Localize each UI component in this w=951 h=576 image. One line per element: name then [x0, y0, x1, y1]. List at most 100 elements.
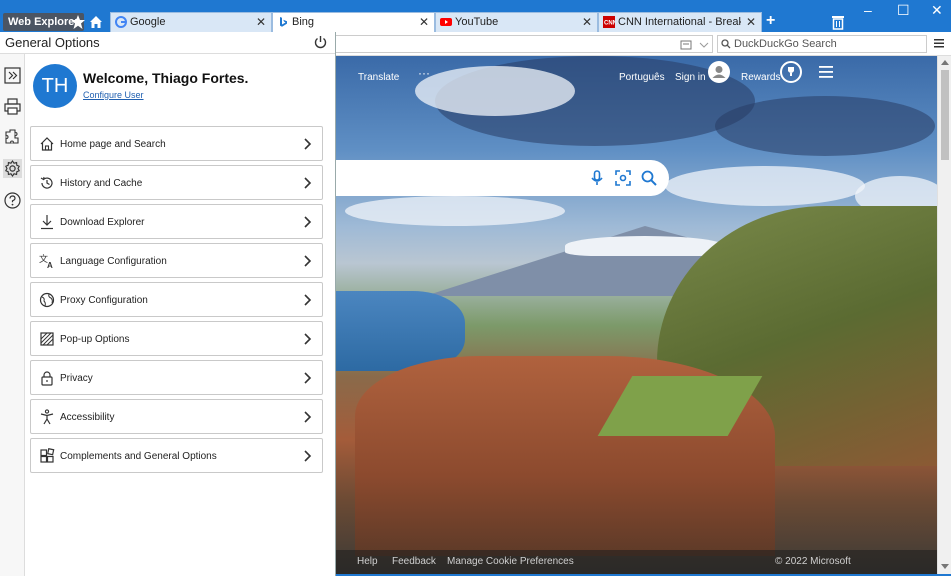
option-home-page-and-search[interactable]: Home page and Search	[30, 126, 323, 161]
help-icon[interactable]	[3, 191, 22, 210]
rewards-icon[interactable]	[780, 61, 802, 83]
printer-icon[interactable]	[3, 97, 22, 116]
svg-text:CNN: CNN	[604, 21, 615, 27]
menu-icon[interactable]	[933, 37, 945, 49]
option-complements-and-general-options[interactable]: Complements and General Options	[30, 438, 323, 473]
scrollbar-thumb[interactable]	[941, 70, 949, 160]
youtube-favicon	[440, 18, 452, 26]
option-history-and-cache[interactable]: History and Cache	[30, 165, 323, 200]
chevron-right-icon	[304, 294, 312, 306]
option-label: Privacy	[60, 373, 93, 384]
trash-icon[interactable]	[831, 14, 845, 30]
option-label: Download Explorer	[60, 217, 145, 228]
option-label: Accessibility	[60, 412, 115, 423]
copyright: © 2022 Microsoft	[775, 556, 851, 567]
chevron-right-icon	[304, 372, 312, 384]
tab-label: Google	[130, 16, 166, 28]
general-options-panel: General Options TH Welcome, Thiago Forte…	[0, 32, 336, 576]
translate-link[interactable]: Translate	[358, 72, 399, 83]
globe-icon	[39, 292, 55, 308]
address-bar[interactable]	[335, 35, 713, 53]
user-icon[interactable]	[708, 61, 730, 83]
tab-label: YouTube	[455, 16, 499, 28]
scroll-down-icon[interactable]	[941, 564, 949, 569]
search-icon[interactable]	[641, 170, 657, 186]
home-icon[interactable]	[88, 14, 104, 30]
extensions-icon	[40, 448, 55, 463]
chevron-right-icon	[304, 255, 312, 267]
minimize-button[interactable]: –	[864, 3, 872, 17]
chevron-right-icon	[304, 138, 312, 150]
option-download-explorer[interactable]: Download Explorer	[30, 204, 323, 239]
chevron-right-icon	[304, 177, 312, 189]
footer-help-link[interactable]: Help	[357, 556, 378, 567]
tab-label: Bing	[292, 16, 315, 28]
close-tab-icon[interactable]: ✕	[256, 13, 266, 31]
history-icon	[40, 176, 53, 189]
download-icon	[41, 215, 53, 230]
google-favicon	[115, 16, 127, 28]
bing-search-box[interactable]	[335, 160, 669, 196]
duckduckgo-search-input[interactable]: DuckDuckGo Search	[717, 35, 927, 53]
tab-cnn[interactable]: CNN CNN International - Breaking News ✕	[598, 12, 762, 32]
bing-footer: Help Feedback Manage Cookie Preferences …	[335, 550, 937, 574]
reader-view-icon[interactable]	[680, 39, 692, 51]
settings-gear-icon[interactable]	[3, 159, 22, 178]
side-rail	[0, 54, 25, 576]
close-tab-icon[interactable]: ✕	[582, 13, 592, 31]
panel-header: General Options	[0, 32, 335, 54]
hamburger-menu-icon[interactable]	[819, 66, 833, 78]
lock-icon	[41, 371, 53, 386]
option-accessibility[interactable]: Accessibility	[30, 399, 323, 434]
chevron-right-icon	[304, 411, 312, 423]
microphone-icon[interactable]	[589, 170, 605, 186]
search-icon	[721, 39, 731, 49]
expand-panel-icon[interactable]	[3, 66, 22, 85]
tab-google[interactable]: Google ✕	[110, 12, 272, 32]
tab-bing[interactable]: Bing ✕	[272, 12, 435, 32]
option-label: Proxy Configuration	[60, 295, 148, 306]
configure-user-link[interactable]: Configure User	[83, 90, 144, 100]
new-tab-button[interactable]: +	[766, 12, 775, 30]
extensions-icon[interactable]	[3, 128, 22, 147]
scroll-up-icon[interactable]	[941, 60, 949, 65]
close-tab-icon[interactable]: ✕	[746, 13, 756, 31]
option-label: Language Configuration	[60, 256, 167, 267]
more-options-button[interactable]: ···	[418, 66, 430, 80]
home-icon	[40, 137, 54, 151]
tab-label: CNN International - Breaking News	[618, 16, 741, 28]
footer-cookies-link[interactable]: Manage Cookie Preferences	[447, 556, 574, 567]
power-icon[interactable]	[313, 35, 328, 50]
option-popup-options[interactable]: Pop-up Options	[30, 321, 323, 356]
chevron-right-icon	[304, 333, 312, 345]
signin-link[interactable]: Sign in	[675, 72, 706, 83]
title-bar: Web Explorer Google ✕ Bing ✕ YouTube ✕ C…	[0, 0, 951, 32]
panel-title: General Options	[5, 35, 100, 50]
web-content: Translate ··· Português Sign in Rewards …	[335, 56, 937, 574]
cnn-favicon: CNN	[603, 16, 615, 28]
close-tab-icon[interactable]: ✕	[419, 13, 429, 31]
option-proxy-configuration[interactable]: Proxy Configuration	[30, 282, 323, 317]
tab-youtube[interactable]: YouTube ✕	[435, 12, 598, 32]
address-row: DuckDuckGo Search	[335, 32, 951, 56]
close-window-button[interactable]: ✕	[931, 3, 943, 17]
option-privacy[interactable]: Privacy	[30, 360, 323, 395]
star-icon[interactable]	[70, 14, 86, 30]
chevron-right-icon	[304, 216, 312, 228]
option-label: Pop-up Options	[60, 334, 130, 345]
option-language-configuration[interactable]: 文 A Language Configuration	[30, 243, 323, 278]
avatar[interactable]: TH	[33, 64, 77, 108]
visual-search-icon[interactable]	[615, 170, 631, 186]
maximize-button[interactable]: ☐	[897, 3, 910, 17]
vertical-scrollbar[interactable]	[937, 56, 951, 574]
option-label: History and Cache	[60, 178, 143, 189]
rewards-link[interactable]: Rewards	[741, 72, 780, 83]
language-link[interactable]: Português	[619, 72, 665, 83]
welcome-text: Welcome, Thiago Fortes.	[83, 70, 249, 86]
footer-feedback-link[interactable]: Feedback	[392, 556, 436, 567]
svg-text:A: A	[47, 261, 53, 269]
option-label: Home page and Search	[60, 139, 166, 150]
dropdown-arrow-icon[interactable]	[698, 39, 710, 51]
bing-favicon	[280, 17, 287, 27]
popup-block-icon	[40, 332, 54, 346]
